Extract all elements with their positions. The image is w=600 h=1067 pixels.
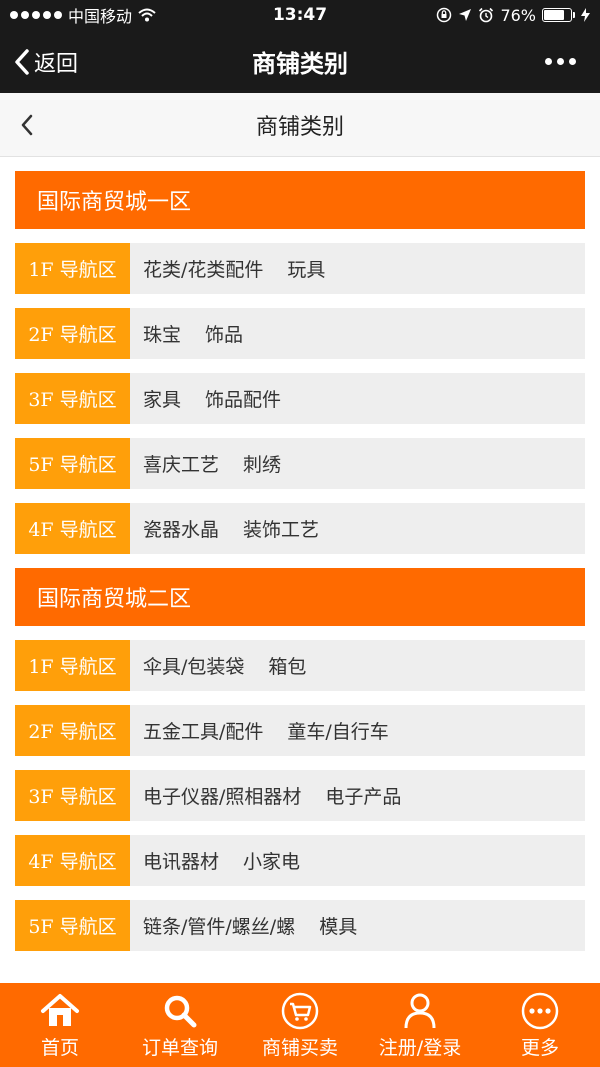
status-right: 76% — [436, 6, 590, 25]
search-icon — [160, 991, 200, 1031]
nav-back-label: 返回 — [34, 51, 79, 77]
location-arrow-icon — [459, 9, 472, 21]
category-link[interactable]: 刺绣 — [243, 450, 281, 477]
tab-more[interactable]: 更多 — [480, 991, 600, 1060]
charging-icon — [581, 8, 590, 22]
floor-row[interactable]: 5F 导航区 链条/管件/螺丝/螺 模具 — [15, 900, 585, 951]
floor-row[interactable]: 1F 导航区 伞具/包装袋 箱包 — [15, 640, 585, 691]
section-zone-1: 国际商贸城一区 1F 导航区 花类/花类配件 玩具 2F 导航区 珠宝 饰品 3… — [15, 171, 585, 554]
floor-items: 链条/管件/螺丝/螺 模具 — [130, 900, 585, 951]
chevron-left-icon — [21, 114, 33, 136]
floor-items: 瓷器水晶 装饰工艺 — [130, 503, 585, 554]
floor-items: 电讯器材 小家电 — [130, 835, 585, 886]
tab-label: 订单查询 — [141, 1036, 218, 1059]
floor-label: 3F 导航区 — [15, 373, 130, 424]
category-link[interactable]: 模具 — [319, 912, 357, 939]
status-bar: 中国移动 13:47 76% — [0, 0, 600, 30]
floor-items: 电子仪器/照相器材 电子产品 — [130, 770, 585, 821]
floor-label: 2F 导航区 — [15, 308, 130, 359]
tab-register-login[interactable]: 注册/登录 — [360, 991, 480, 1060]
nav-back-button[interactable]: 返回 — [14, 30, 78, 93]
category-link[interactable]: 五金工具/配件 — [143, 717, 263, 744]
chevron-left-icon — [15, 48, 29, 75]
floor-items: 珠宝 饰品 — [130, 308, 585, 359]
category-link[interactable]: 喜庆工艺 — [143, 450, 219, 477]
floor-items: 伞具/包装袋 箱包 — [130, 640, 585, 691]
status-left: 中国移动 — [10, 3, 156, 27]
category-link[interactable]: 饰品配件 — [205, 385, 281, 412]
category-link[interactable]: 装饰工艺 — [243, 515, 319, 542]
more-icon — [520, 991, 560, 1031]
category-link[interactable]: 玩具 — [287, 255, 325, 282]
floor-label: 5F 导航区 — [15, 438, 130, 489]
more-options-icon[interactable] — [545, 30, 576, 93]
floor-label: 1F 导航区 — [15, 640, 130, 691]
tab-label: 首页 — [40, 1036, 79, 1059]
tab-shop-trade[interactable]: 商铺买卖 — [240, 991, 360, 1060]
home-icon — [40, 991, 80, 1031]
page-title: 商铺类别 — [255, 114, 344, 140]
floor-label: 4F 导航区 — [15, 503, 130, 554]
category-link[interactable]: 童车/自行车 — [287, 717, 388, 744]
tab-label: 更多 — [520, 1036, 559, 1059]
category-link[interactable]: 伞具/包装袋 — [143, 652, 244, 679]
app-nav-bar: 返回 商铺类别 — [0, 30, 600, 93]
floor-label: 4F 导航区 — [15, 835, 130, 886]
floor-label: 5F 导航区 — [15, 900, 130, 951]
page-header: 商铺类别 — [0, 93, 600, 157]
category-link[interactable]: 瓷器水晶 — [143, 515, 219, 542]
tab-label: 注册/登录 — [378, 1036, 462, 1059]
floor-row[interactable]: 3F 导航区 家具 饰品配件 — [15, 373, 585, 424]
category-link[interactable]: 饰品 — [205, 320, 243, 347]
page-back-button[interactable] — [20, 93, 34, 157]
alarm-icon — [479, 7, 494, 23]
nav-title: 商铺类别 — [252, 50, 348, 78]
section-rows: 1F 导航区 伞具/包装袋 箱包 2F 导航区 五金工具/配件 童车/自行车 3… — [15, 640, 585, 951]
user-icon — [400, 991, 440, 1031]
floor-label: 2F 导航区 — [15, 705, 130, 756]
category-link[interactable]: 电子仪器/照相器材 — [143, 782, 301, 809]
category-content: 国际商贸城一区 1F 导航区 花类/花类配件 玩具 2F 导航区 珠宝 饰品 3… — [15, 171, 585, 965]
category-link[interactable]: 电讯器材 — [143, 847, 219, 874]
bottom-tab-bar: 首页 订单查询 商铺买卖 注册/登录 更多 — [0, 983, 600, 1067]
cart-icon — [280, 991, 320, 1031]
tab-label: 商铺买卖 — [261, 1036, 338, 1059]
wifi-icon — [138, 8, 156, 22]
category-link[interactable]: 链条/管件/螺丝/螺 — [143, 912, 295, 939]
category-link[interactable]: 家具 — [143, 385, 181, 412]
floor-row[interactable]: 3F 导航区 电子仪器/照相器材 电子产品 — [15, 770, 585, 821]
section-title: 国际商贸城一区 — [15, 171, 585, 229]
section-rows: 1F 导航区 花类/花类配件 玩具 2F 导航区 珠宝 饰品 3F 导航区 家具… — [15, 243, 585, 554]
floor-label: 3F 导航区 — [15, 770, 130, 821]
category-link[interactable]: 珠宝 — [143, 320, 181, 347]
floor-label: 1F 导航区 — [15, 243, 130, 294]
tab-order-search[interactable]: 订单查询 — [120, 991, 240, 1060]
floor-items: 家具 饰品配件 — [130, 373, 585, 424]
floor-row[interactable]: 4F 导航区 瓷器水晶 装饰工艺 — [15, 503, 585, 554]
battery-icon — [542, 8, 575, 22]
floor-row[interactable]: 2F 导航区 五金工具/配件 童车/自行车 — [15, 705, 585, 756]
floor-items: 五金工具/配件 童车/自行车 — [130, 705, 585, 756]
floor-row[interactable]: 5F 导航区 喜庆工艺 刺绣 — [15, 438, 585, 489]
signal-icon — [10, 11, 62, 19]
section-zone-2: 国际商贸城二区 1F 导航区 伞具/包装袋 箱包 2F 导航区 五金工具/配件 … — [15, 568, 585, 951]
rotation-lock-icon — [437, 7, 452, 23]
tab-home[interactable]: 首页 — [0, 991, 120, 1060]
section-title: 国际商贸城二区 — [15, 568, 585, 626]
floor-items: 喜庆工艺 刺绣 — [130, 438, 585, 489]
category-link[interactable]: 花类/花类配件 — [143, 255, 263, 282]
floor-row[interactable]: 4F 导航区 电讯器材 小家电 — [15, 835, 585, 886]
floor-items: 花类/花类配件 玩具 — [130, 243, 585, 294]
floor-row[interactable]: 1F 导航区 花类/花类配件 玩具 — [15, 243, 585, 294]
carrier-name: 中国移动 — [68, 7, 133, 26]
floor-row[interactable]: 2F 导航区 珠宝 饰品 — [15, 308, 585, 359]
category-link[interactable]: 箱包 — [268, 652, 306, 679]
category-link[interactable]: 小家电 — [243, 847, 300, 874]
battery-percent: 76% — [500, 5, 536, 25]
category-link[interactable]: 电子产品 — [325, 782, 401, 809]
